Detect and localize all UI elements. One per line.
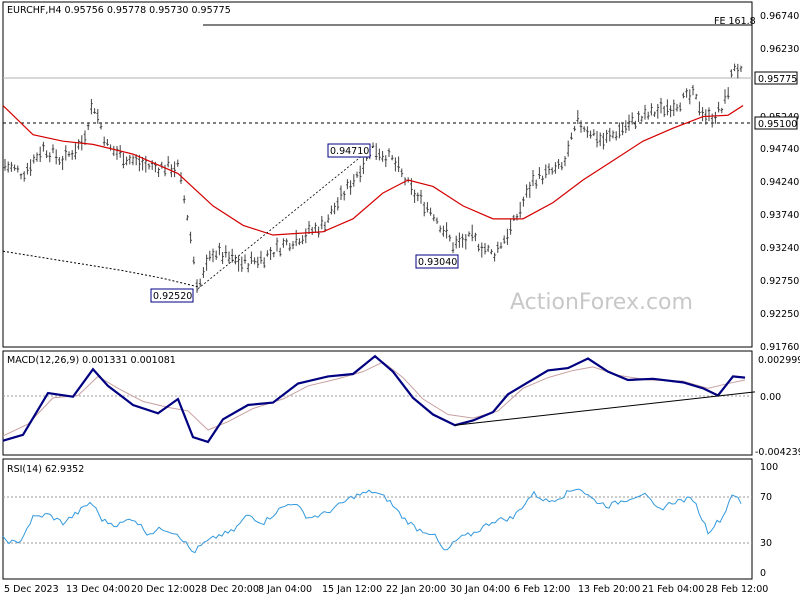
annotation-low: 0.92520 [153, 291, 192, 302]
price-tick: 0.96230 [760, 44, 799, 55]
price-tick: 0.91760 [760, 342, 799, 353]
rsi-tick: 30 [760, 538, 772, 549]
x-tick: 8 Jan 04:00 [258, 584, 312, 595]
macd-panel [2, 350, 753, 456]
x-tick: 21 Feb 04:00 [642, 584, 704, 595]
forex-chart: ActionForex.com EURCHF,H4 0.95756 0.9577… [2, 1, 800, 595]
current-price-tag: 0.95775 [758, 74, 797, 85]
price-tick: 0.92750 [760, 276, 799, 287]
price-tick: 0.94740 [760, 144, 799, 155]
price-tick: 0.93240 [760, 243, 799, 254]
macd-tick: 0.002999 [758, 355, 800, 366]
annotation-mid: 0.93040 [418, 257, 457, 268]
rsi-panel [2, 458, 753, 580]
support-price-tag: 0.95100 [758, 119, 797, 130]
x-tick: 6 Feb 12:00 [514, 584, 570, 595]
rsi-tick: 100 [760, 462, 778, 473]
x-tick: 5 Dec 2023 [4, 584, 59, 595]
annotation-high: 0.94710 [330, 146, 369, 157]
rsi-tick: 0 [760, 568, 766, 579]
fe-label: FE 161.8 [714, 16, 756, 27]
macd-tick: -0.004239 [755, 447, 800, 458]
price-tick: 0.93740 [760, 210, 799, 221]
x-tick: 28 Feb 12:00 [706, 584, 768, 595]
price-tick: 0.94240 [760, 177, 799, 188]
x-axis: 5 Dec 2023 13 Dec 04:00 20 Dec 12:00 28 … [4, 584, 768, 595]
macd-y-axis: 0.002999 0.00 -0.004239 [755, 355, 800, 458]
x-tick: 13 Feb 20:00 [578, 584, 640, 595]
price-tick: 0.96740 [760, 11, 799, 22]
rsi-y-axis: 100 70 30 0 [760, 462, 778, 579]
x-tick: 20 Dec 12:00 [131, 584, 195, 595]
macd-header: MACD(12,26,9) 0.001331 0.001081 [7, 355, 176, 366]
macd-tick: 0.00 [760, 392, 781, 403]
watermark: ActionForex.com [510, 290, 693, 315]
rsi-header: RSI(14) 62.9352 [7, 464, 84, 475]
x-tick: 30 Jan 04:00 [450, 584, 510, 595]
rsi-tick: 70 [760, 492, 772, 503]
price-header: EURCHF,H4 0.95756 0.95778 0.95730 0.9577… [7, 5, 231, 16]
x-tick: 15 Jan 12:00 [322, 584, 382, 595]
x-tick: 22 Jan 20:00 [386, 584, 446, 595]
price-tick: 0.92250 [760, 309, 799, 320]
x-tick: 13 Dec 04:00 [66, 584, 130, 595]
price-y-axis: 0.96740 0.96230 0.95775 0.95240 0.95100 … [754, 11, 799, 353]
x-tick: 28 Dec 20:00 [195, 584, 259, 595]
